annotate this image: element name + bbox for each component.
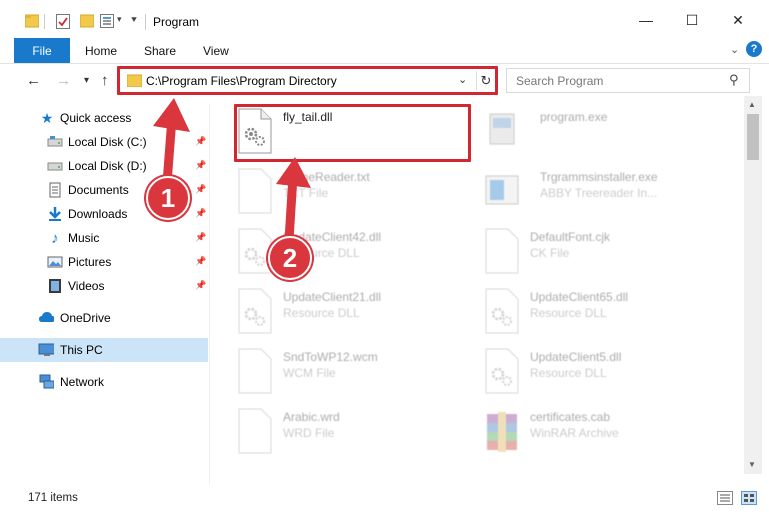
callout-arrowhead-2 (276, 157, 311, 188)
status-bar: 171 items (0, 484, 769, 512)
callout-badge-1: 1 (146, 176, 190, 220)
large-icons-view-icon[interactable] (741, 491, 757, 505)
details-view-icon[interactable] (717, 491, 733, 505)
callout-arrows (153, 98, 311, 241)
callout-badge-2: 2 (268, 236, 312, 280)
callout-arrowhead-1 (153, 98, 190, 132)
item-count: 171 items (28, 492, 78, 504)
